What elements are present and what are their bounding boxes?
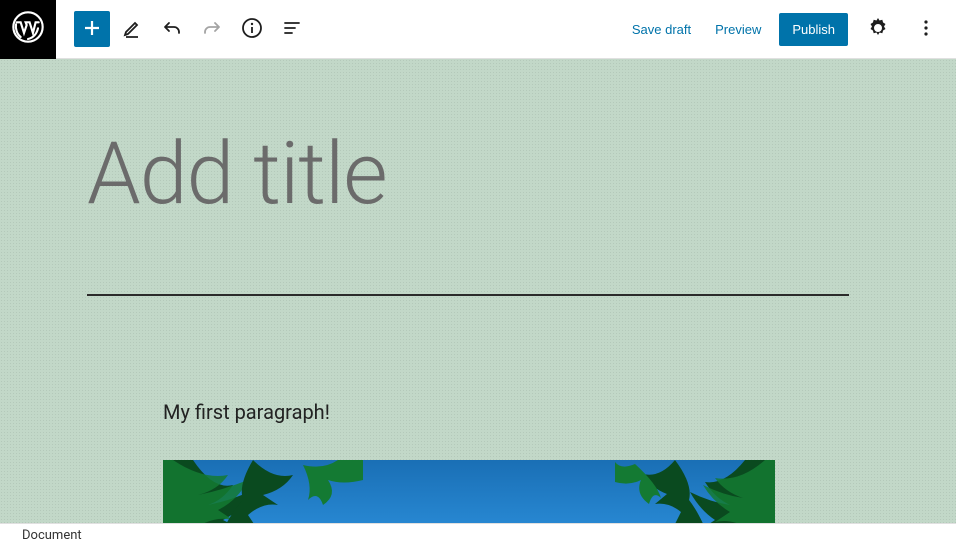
outline-icon [280, 16, 304, 43]
add-block-button[interactable] [74, 11, 110, 47]
breadcrumb-bar: Document [0, 523, 956, 546]
left-tool-group [56, 11, 310, 47]
redo-icon [200, 16, 224, 43]
gear-icon [866, 16, 890, 43]
settings-button[interactable] [860, 11, 896, 47]
undo-icon [160, 16, 184, 43]
dots-vertical-icon [914, 16, 938, 43]
save-draft-button[interactable]: Save draft [626, 14, 697, 45]
palm-right-graphic [615, 460, 775, 523]
preview-button[interactable]: Preview [709, 14, 767, 45]
paragraph-block[interactable]: My first paragraph! [163, 400, 869, 424]
separator-block[interactable] [87, 294, 849, 296]
post-content: Add title My first paragraph! [87, 59, 869, 523]
post-title-input[interactable]: Add title [87, 127, 869, 222]
publish-button[interactable]: Publish [779, 13, 848, 46]
more-options-button[interactable] [908, 11, 944, 47]
breadcrumb-root[interactable]: Document [22, 528, 82, 543]
wordpress-icon [12, 11, 44, 47]
wordpress-logo-button[interactable] [0, 0, 56, 59]
outline-button[interactable] [274, 11, 310, 47]
edit-mode-button[interactable] [114, 11, 150, 47]
info-button[interactable] [234, 11, 270, 47]
editor-toolbar: Save draft Preview Publish [0, 0, 956, 59]
redo-button[interactable] [194, 11, 230, 47]
info-icon [240, 16, 264, 43]
undo-button[interactable] [154, 11, 190, 47]
palm-left-graphic [163, 460, 363, 523]
right-tool-group: Save draft Preview Publish [626, 11, 956, 47]
image-block[interactable] [163, 460, 775, 523]
editor-canvas[interactable]: Add title My first paragraph! [0, 59, 956, 523]
pencil-icon [120, 16, 144, 43]
plus-icon [80, 16, 104, 43]
